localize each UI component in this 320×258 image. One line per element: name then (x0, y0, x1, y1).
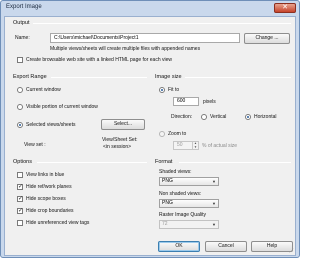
image-size-group-title: Image size (155, 74, 182, 80)
view-set-label: View set : (24, 142, 46, 148)
non-shaded-views-value: PNG (162, 200, 173, 206)
export-range-group-title: Export Range (13, 74, 47, 80)
zoom-stepper[interactable]: 50 ▲ ▼ (173, 141, 199, 150)
raster-quality-label: Raster Image Quality (159, 212, 206, 218)
zoom-to-radio[interactable] (159, 131, 165, 137)
zoom-value: 50 (177, 142, 183, 148)
name-input[interactable]: C:\Users\michael\Documents\Project1 (50, 33, 240, 43)
ok-button[interactable]: OK (158, 241, 200, 252)
browsable-checkbox[interactable] (17, 57, 23, 63)
window-title: Export Image (6, 4, 42, 10)
raster-quality-value: 72 (162, 221, 168, 227)
format-group-title: Format (155, 159, 173, 165)
output-separator (33, 23, 291, 24)
hide-unreferenced-tags-checkbox[interactable] (17, 220, 23, 226)
hide-scope-boxes-label: Hide scope boxes (26, 196, 66, 202)
shaded-views-value: PNG (162, 178, 173, 184)
help-button[interactable]: Help (251, 241, 293, 252)
view-sheet-set-value: <in session> (103, 144, 132, 150)
pixels-stepper[interactable]: 600 (173, 97, 199, 106)
vertical-radio[interactable] (201, 114, 207, 120)
zoom-stepper-arrows[interactable]: ▲ ▼ (192, 141, 198, 149)
multiple-files-note: Multiple views/sheets will create multip… (50, 46, 201, 52)
zoom-suffix: % of actual size (202, 143, 238, 149)
hide-crop-boundaries-label: Hide crop boundaries (26, 208, 74, 214)
export-image-dialog: Export Image ✕ Output Name: C:\Users\mic… (0, 0, 300, 258)
hide-crop-boundaries-checkbox[interactable] (17, 207, 23, 214)
chevron-down-icon: ▼ (212, 179, 216, 184)
fit-to-label: Fit to (168, 87, 180, 93)
output-group-title: Output (13, 20, 30, 26)
raster-quality-select[interactable]: 72 ▼ (159, 220, 219, 229)
pixels-value: 600 (177, 98, 186, 104)
title-bar[interactable]: Export Image ✕ (1, 1, 299, 15)
visible-portion-label: Visible portion of current window (26, 104, 98, 110)
hide-ref-work-planes-label: Hide ref/work planes (26, 184, 72, 190)
change-button[interactable]: Change ... (244, 33, 290, 44)
select-views-button[interactable]: Select... (101, 119, 145, 130)
image-size-separator (185, 77, 291, 78)
chevron-down-icon: ▼ (212, 222, 216, 227)
zoom-to-label: Zoom to (168, 131, 187, 137)
options-group-title: Options (13, 159, 32, 165)
shaded-views-select[interactable]: PNG ▼ (159, 177, 219, 186)
resize-grip-icon[interactable]: ⋰ (289, 248, 294, 254)
horizontal-radio[interactable] (245, 114, 251, 120)
direction-label: Direction: (171, 114, 193, 120)
browsable-label: Create browsable web site with a linked … (26, 57, 172, 63)
non-shaded-views-label: Non shaded views: (159, 191, 202, 197)
hide-unreferenced-tags-label: Hide unreferenced view tags (26, 220, 90, 226)
hide-ref-work-planes-checkbox[interactable] (17, 183, 23, 190)
vertical-label: Vertical (210, 114, 227, 120)
chevron-down-icon: ▼ (212, 201, 216, 206)
selected-views-radio[interactable] (17, 122, 23, 128)
pixels-label: pixels (203, 99, 216, 105)
name-label: Name: (15, 35, 30, 41)
fit-to-radio[interactable] (159, 87, 165, 93)
cancel-button[interactable]: Cancel (205, 241, 247, 252)
view-links-blue-label: View links in blue (26, 172, 65, 178)
dialog-body: Output Name: C:\Users\michael\Documents\… (4, 16, 296, 256)
current-window-label: Current window (26, 87, 61, 93)
close-icon: ✕ (282, 4, 288, 11)
horizontal-label: Horizontal (254, 114, 277, 120)
close-button[interactable]: ✕ (274, 3, 296, 13)
view-sheet-set-label: View/Sheet Set: (102, 137, 138, 143)
non-shaded-views-select[interactable]: PNG ▼ (159, 199, 219, 208)
selected-views-label: Selected views/sheets (26, 122, 76, 128)
view-links-blue-checkbox[interactable] (17, 172, 23, 178)
options-separator (37, 162, 147, 163)
visible-portion-radio[interactable] (17, 104, 23, 110)
format-separator (179, 162, 291, 163)
export-range-separator (51, 77, 147, 78)
hide-scope-boxes-checkbox[interactable] (17, 195, 23, 202)
current-window-radio[interactable] (17, 87, 23, 93)
shaded-views-label: Shaded views: (159, 169, 192, 175)
